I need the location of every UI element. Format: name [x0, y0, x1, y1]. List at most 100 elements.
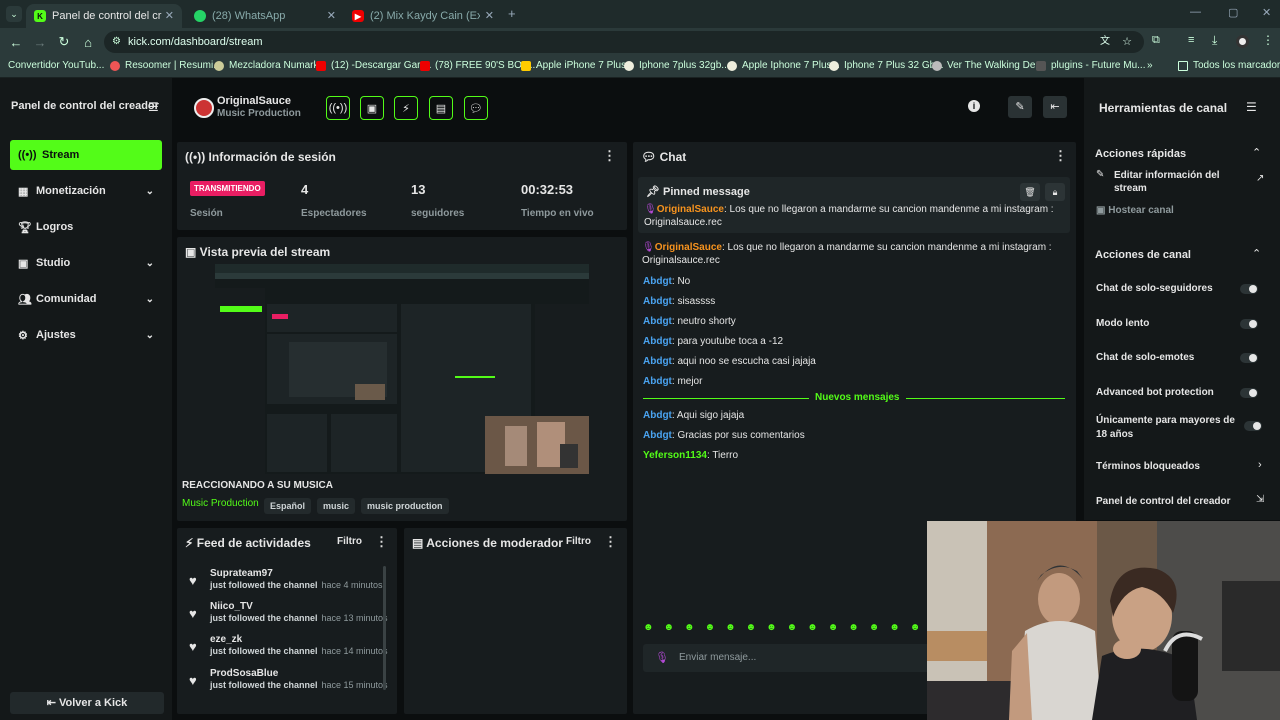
- tab-whatsapp[interactable]: (28) WhatsApp ✕: [186, 4, 344, 28]
- sidebar-item-monetization[interactable]: ▦ Monetización ⌄: [10, 176, 162, 206]
- sidebar: Panel de control del creador ☰ ((•)) Stre…: [0, 78, 172, 720]
- more-options-icon[interactable]: ⋮: [1054, 148, 1067, 164]
- more-options-icon[interactable]: ⋮: [604, 534, 617, 550]
- arrow-left-icon: ⇤: [46, 697, 59, 709]
- sidebar-item-settings[interactable]: ⚙ Ajustes ⌄: [10, 320, 162, 350]
- reload-icon[interactable]: ↻: [52, 34, 76, 50]
- mod-filter-button[interactable]: Filtro: [566, 536, 591, 547]
- dock-panel-button[interactable]: ⇤: [1043, 96, 1067, 118]
- blocked-terms-link[interactable]: Términos bloqueados: [1096, 461, 1200, 472]
- forward-icon[interactable]: →: [28, 35, 52, 50]
- profile-avatar[interactable]: [1236, 35, 1249, 48]
- tag-item[interactable]: music: [317, 498, 356, 514]
- viewers-label: Espectadores: [301, 208, 367, 219]
- sidebar-item-achievements[interactable]: 🏆︎ Logros: [10, 212, 162, 242]
- community-icon: 👥︎: [18, 293, 32, 306]
- document-icon: ▤: [435, 102, 447, 115]
- gear-icon: ⚙: [18, 329, 28, 342]
- close-icon[interactable]: ✕: [485, 9, 494, 22]
- camera-icon: ▣: [185, 245, 200, 259]
- new-tab-button[interactable]: +: [508, 6, 516, 21]
- youtube-icon: [420, 60, 430, 71]
- notes-button[interactable]: ▤: [429, 96, 453, 120]
- broadcast-button[interactable]: ((•)): [326, 96, 350, 120]
- chevron-right-icon[interactable]: ›: [1258, 459, 1262, 471]
- youtube-icon: [316, 60, 326, 71]
- bookmark-star-icon[interactable]: ☆: [1122, 31, 1132, 53]
- all-bookmarks[interactable]: Todos los marcadores: [1178, 60, 1280, 71]
- collapse-panel-icon[interactable]: ☰: [1246, 100, 1257, 114]
- creator-panel-link[interactable]: Panel de control del creador: [1096, 496, 1230, 507]
- sidebar-item-studio[interactable]: ▣ Studio ⌄: [10, 248, 162, 278]
- adults-only-toggle[interactable]: [1244, 421, 1262, 431]
- slow-mode-toggle[interactable]: [1240, 319, 1258, 329]
- url-input[interactable]: ⚙ kick.com/dashboard/stream 文 ☆: [104, 31, 1144, 53]
- chat-popout-button[interactable]: 💬︎: [464, 96, 488, 120]
- bookmark-item[interactable]: Ver The Walking De...: [932, 60, 1044, 71]
- close-window-button[interactable]: ✕: [1262, 6, 1271, 19]
- tag-item[interactable]: Español: [264, 498, 312, 514]
- folder-icon: [1178, 60, 1188, 71]
- site-info-icon[interactable]: ⚙: [112, 31, 121, 53]
- mic-icon: 🎙︎: [644, 204, 657, 215]
- collapse-sidebar-icon[interactable]: ☰: [148, 100, 159, 114]
- back-icon[interactable]: ←: [4, 35, 28, 50]
- host-channel-button[interactable]: ▣ Hostear canal: [1096, 205, 1174, 216]
- stream-category[interactable]: Music Production: [182, 498, 259, 509]
- close-icon[interactable]: ✕: [165, 9, 174, 22]
- bookmarks-more[interactable]: »: [1147, 60, 1153, 71]
- maximize-button[interactable]: ▢: [1228, 6, 1238, 19]
- screenshot-button[interactable]: ▣: [360, 96, 384, 120]
- chevron-up-icon[interactable]: ⌃: [1252, 146, 1261, 159]
- bookmark-item[interactable]: Iphone 7 Plus 32 Gb...: [829, 60, 944, 71]
- media-icon[interactable]: ≡: [1188, 34, 1194, 46]
- mic-icon: 🎙︎: [642, 242, 655, 253]
- channel-name[interactable]: OriginalSauce: [217, 95, 291, 107]
- chat-input[interactable]: 🎙︎ Enviar mensaje...: [643, 644, 933, 672]
- sidebar-item-stream[interactable]: ((•)) Stream: [10, 140, 162, 170]
- chevron-down-icon: ⌄: [145, 329, 154, 341]
- back-to-kick-button[interactable]: ⇤ Volver a Kick: [10, 692, 164, 714]
- bookmark-item[interactable]: Convertidor YouTub...: [8, 60, 104, 71]
- browser-menu-icon[interactable]: ⋮: [1262, 33, 1274, 47]
- info-icon[interactable]: i: [968, 100, 980, 112]
- feed-filter-button[interactable]: Filtro: [337, 536, 362, 547]
- more-options-icon[interactable]: ⋮: [603, 148, 616, 164]
- avatar[interactable]: [194, 98, 214, 118]
- lock-icon[interactable]: 🔒︎: [1045, 183, 1065, 201]
- sidebar-item-community[interactable]: 👥︎ Comunidad ⌄: [10, 284, 162, 314]
- emote-only-toggle[interactable]: [1240, 353, 1258, 363]
- mercadolibre-icon: [624, 60, 634, 71]
- edit-layout-button[interactable]: ✎: [1008, 96, 1032, 118]
- bookmark-item[interactable]: plugins - Future Mu...: [1036, 60, 1145, 71]
- download-icon[interactable]: ⤓: [1212, 33, 1217, 48]
- bookmark-item[interactable]: Apple iPhone 7 Plus...: [521, 60, 634, 71]
- bot-protection-toggle[interactable]: [1240, 388, 1258, 398]
- stream-preview-video[interactable]: [215, 264, 589, 474]
- tab-list-button[interactable]: ⌄: [6, 6, 22, 22]
- home-icon[interactable]: ⌂: [76, 35, 100, 50]
- minimize-button[interactable]: —: [1190, 6, 1201, 18]
- tab-kick-dashboard[interactable]: K Panel de control del creador | K ✕: [26, 4, 182, 28]
- chat-message: Yeferson1134: Tierro: [643, 450, 739, 461]
- close-icon[interactable]: ✕: [327, 9, 336, 22]
- bookmark-item[interactable]: Resoomer | Resumi...: [110, 60, 222, 71]
- tab-youtube[interactable]: ▶ (2) Mix Kaydy Cain (Exitos) - Yo ✕: [344, 4, 502, 28]
- mercadolibre-icon: [727, 60, 737, 71]
- followers-only-toggle[interactable]: [1240, 284, 1258, 294]
- shrink-icon[interactable]: ⇲: [1256, 494, 1264, 505]
- bookmark-item[interactable]: (12) -Descargar Garr...: [316, 60, 432, 71]
- pin-icon: 📌︎: [646, 186, 664, 198]
- delete-pin-icon[interactable]: 🗑︎: [1020, 183, 1040, 201]
- bookmark-item[interactable]: Iphone 7plus 32gb...: [624, 60, 730, 71]
- edit-stream-info-button[interactable]: ✎ Editar información del stream ↗: [1096, 169, 1266, 197]
- tag-item[interactable]: music production: [361, 498, 449, 514]
- chevron-up-icon[interactable]: ⌃: [1252, 247, 1261, 260]
- more-options-icon[interactable]: ⋮: [375, 534, 388, 550]
- translate-icon[interactable]: 文: [1100, 31, 1110, 53]
- extensions-icon[interactable]: ⧉: [1152, 34, 1160, 47]
- bookmark-item[interactable]: Mezcladora Numark...: [214, 60, 327, 71]
- feed-scrollbar[interactable]: [383, 566, 386, 690]
- bookmark-item[interactable]: Apple Iphone 7 Plus...: [727, 60, 840, 71]
- quick-actions-button[interactable]: ⚡︎: [394, 96, 418, 120]
